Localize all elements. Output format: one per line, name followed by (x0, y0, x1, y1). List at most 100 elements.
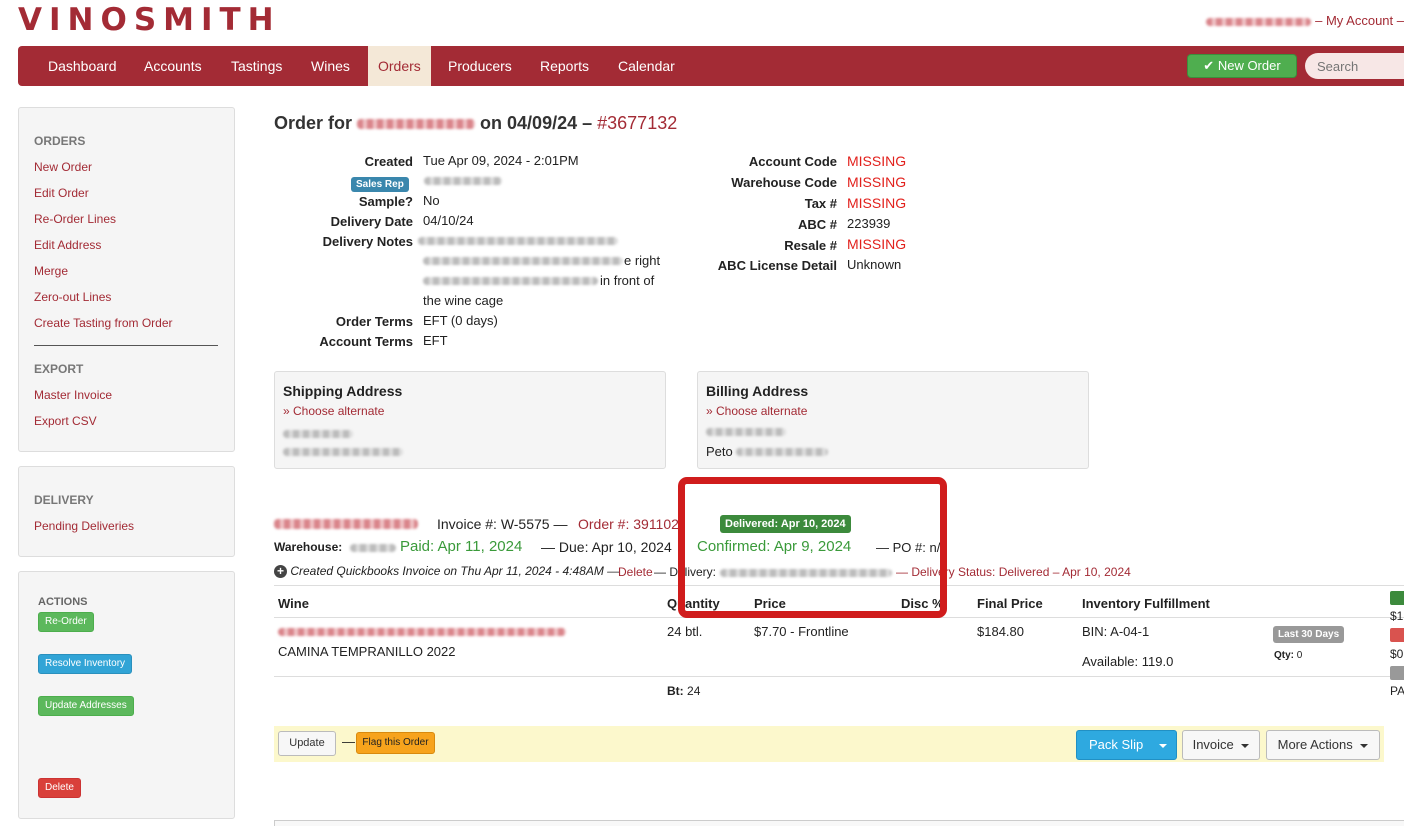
edge-gray-badge (1390, 666, 1404, 680)
total-value: 24 (687, 684, 701, 698)
delivery-notes-line-2: in front of (600, 273, 655, 288)
update-addresses-button[interactable]: Update Addresses (38, 696, 134, 716)
vinosmith-logo[interactable]: VINOSMITH (18, 2, 281, 38)
account-terms-label: Account Terms (319, 334, 413, 349)
billing-choose-alternate[interactable]: » Choose alternate (706, 404, 807, 418)
invoice-dropdown-label: Invoice (1192, 737, 1234, 752)
shipping-choose-alternate[interactable]: » Choose alternate (283, 404, 384, 418)
qty-value: 0 (1296, 650, 1303, 661)
delivery-notes-line-1: e right (624, 253, 661, 268)
sidebar-orders-panel: ORDERS New Order Edit Order Re-Order Lin… (18, 107, 235, 452)
resolve-inventory-button[interactable]: Resolve Inventory (38, 654, 133, 674)
row-final-price: $184.80 (977, 624, 1024, 639)
account-code-label: Account Code (748, 154, 837, 169)
billing-address-box: Billing Address » Choose alternate Peto (697, 371, 1089, 469)
row-bin: BIN: A-04-1 (1082, 624, 1150, 639)
sample-label: Sample? (358, 194, 413, 209)
nav-reports[interactable]: Reports (530, 46, 599, 86)
order-number: #3677132 (597, 113, 678, 133)
new-order-label: New Order (1217, 58, 1281, 73)
sidebar-delivery-panel: DELIVERY Pending Deliveries (18, 466, 235, 557)
sidebar-edit-address[interactable]: Edit Address (34, 238, 101, 252)
nav-calendar[interactable]: Calendar (608, 46, 685, 86)
flag-order-button[interactable]: Flag this Order (356, 732, 435, 754)
annotation-highlight-box (678, 477, 947, 618)
main-navbar: Dashboard Accounts Tastings Wines Orders… (18, 46, 1404, 86)
nav-dashboard[interactable]: Dashboard (38, 46, 127, 86)
created-label: Created (364, 154, 413, 169)
quickbooks-note: + Created Quickbooks Invoice on Thu Apr … (274, 564, 619, 578)
quickbooks-delete-link[interactable]: Delete (618, 565, 653, 579)
chevron-down-icon (1158, 743, 1167, 748)
abc-value: 223939 (847, 216, 891, 231)
update-button[interactable]: Update (278, 731, 336, 756)
abc-license-value: Unknown (847, 257, 902, 272)
resale-value: MISSING (847, 236, 907, 252)
export-heading: EXPORT (34, 362, 84, 376)
col-inventory-fulfillment: Inventory Fulfillment (1082, 596, 1210, 611)
delivery-notes-line-3: the wine cage (423, 293, 504, 308)
page-title: Order for on 04/09/24 – #3677132 (274, 113, 677, 134)
delivery-notes-label: Delivery Notes (322, 234, 413, 249)
wine-name[interactable]: CAMINA TEMPRANILLO 2022 (278, 644, 456, 659)
sales-rep-badge: Sales Rep (351, 175, 409, 192)
resale-label: Resale # (784, 238, 837, 253)
edge-value-1: $1 (1390, 609, 1404, 623)
sidebar-export-csv[interactable]: Export CSV (34, 414, 97, 428)
total-label: Bt: (667, 684, 684, 698)
supplier-name-redacted (274, 519, 418, 529)
pack-slip-button[interactable]: Pack Slip (1076, 730, 1177, 760)
delivery-date-value: 04/10/24 (423, 213, 474, 228)
nav-wines[interactable]: Wines (301, 46, 360, 86)
order-terms-value: EFT (0 days) (423, 313, 498, 328)
last-30-days-label: Last 30 Days (1273, 626, 1345, 643)
shipping-line-redacted-2 (283, 448, 403, 456)
reorder-button[interactable]: Re-Order (38, 612, 94, 632)
delivery-heading: DELIVERY (34, 493, 94, 507)
edge-red-badge (1390, 628, 1404, 642)
sidebar-actions-panel: ACTIONS Re-Order Resolve Inventory Updat… (18, 571, 235, 819)
search-input[interactable] (1305, 53, 1404, 79)
shipping-address-box: Shipping Address » Choose alternate (274, 371, 666, 469)
more-actions-button[interactable]: More Actions (1266, 730, 1380, 760)
plus-circle-icon[interactable]: + (274, 565, 287, 578)
col-wine: Wine (278, 596, 309, 611)
row-price: $7.70 - Frontline (754, 624, 849, 639)
user-name-redacted (1206, 17, 1312, 26)
nav-tastings[interactable]: Tastings (221, 46, 292, 86)
nav-orders[interactable]: Orders (368, 46, 431, 86)
tax-label: Tax # (804, 196, 837, 211)
order-terms-label: Order Terms (335, 314, 413, 329)
billing-line-redacted-1 (706, 428, 786, 436)
total-bottles: Bt: 24 (667, 684, 700, 698)
sidebar-create-tasting[interactable]: Create Tasting from Order (34, 316, 173, 330)
new-order-button[interactable]: ✔ New Order (1187, 54, 1297, 78)
sidebar-edit-order[interactable]: Edit Order (34, 186, 89, 200)
sidebar-pending-deliveries[interactable]: Pending Deliveries (34, 519, 134, 533)
account-name-redacted (357, 119, 476, 130)
warehouse-code-label: Warehouse Code (731, 175, 837, 190)
sidebar-merge[interactable]: Merge (34, 264, 68, 278)
sidebar-zero-out-lines[interactable]: Zero-out Lines (34, 290, 111, 304)
billing-line-redacted-2 (736, 448, 828, 456)
delete-order-button[interactable]: Delete (38, 778, 81, 798)
paid-status: Paid: Apr 11, 2024 (400, 538, 523, 555)
sidebar-new-order[interactable]: New Order (34, 160, 92, 174)
next-section-edge (274, 820, 1404, 826)
chevron-down-icon (1360, 743, 1369, 748)
title-date: on 04/09/24 – (480, 113, 593, 133)
sales-rep-label: Sales Rep (351, 177, 409, 192)
edge-value-2: $0 (1390, 647, 1404, 661)
row-quantity: 24 btl. (667, 624, 703, 639)
sample-value: No (423, 193, 440, 208)
nav-producers[interactable]: Producers (438, 46, 522, 86)
my-account-link[interactable]: – My Account – (1206, 13, 1404, 28)
sidebar-master-invoice[interactable]: Master Invoice (34, 388, 112, 402)
invoice-dropdown-button[interactable]: Invoice (1182, 730, 1260, 760)
sidebar-divider (34, 345, 218, 346)
order-link[interactable]: Order #: 391102 (578, 516, 679, 532)
my-account-label: – My Account – (1315, 13, 1404, 28)
sidebar-reorder-lines[interactable]: Re-Order Lines (34, 212, 116, 226)
nav-accounts[interactable]: Accounts (134, 46, 212, 86)
created-value: Tue Apr 09, 2024 - 2:01PM (423, 153, 579, 168)
